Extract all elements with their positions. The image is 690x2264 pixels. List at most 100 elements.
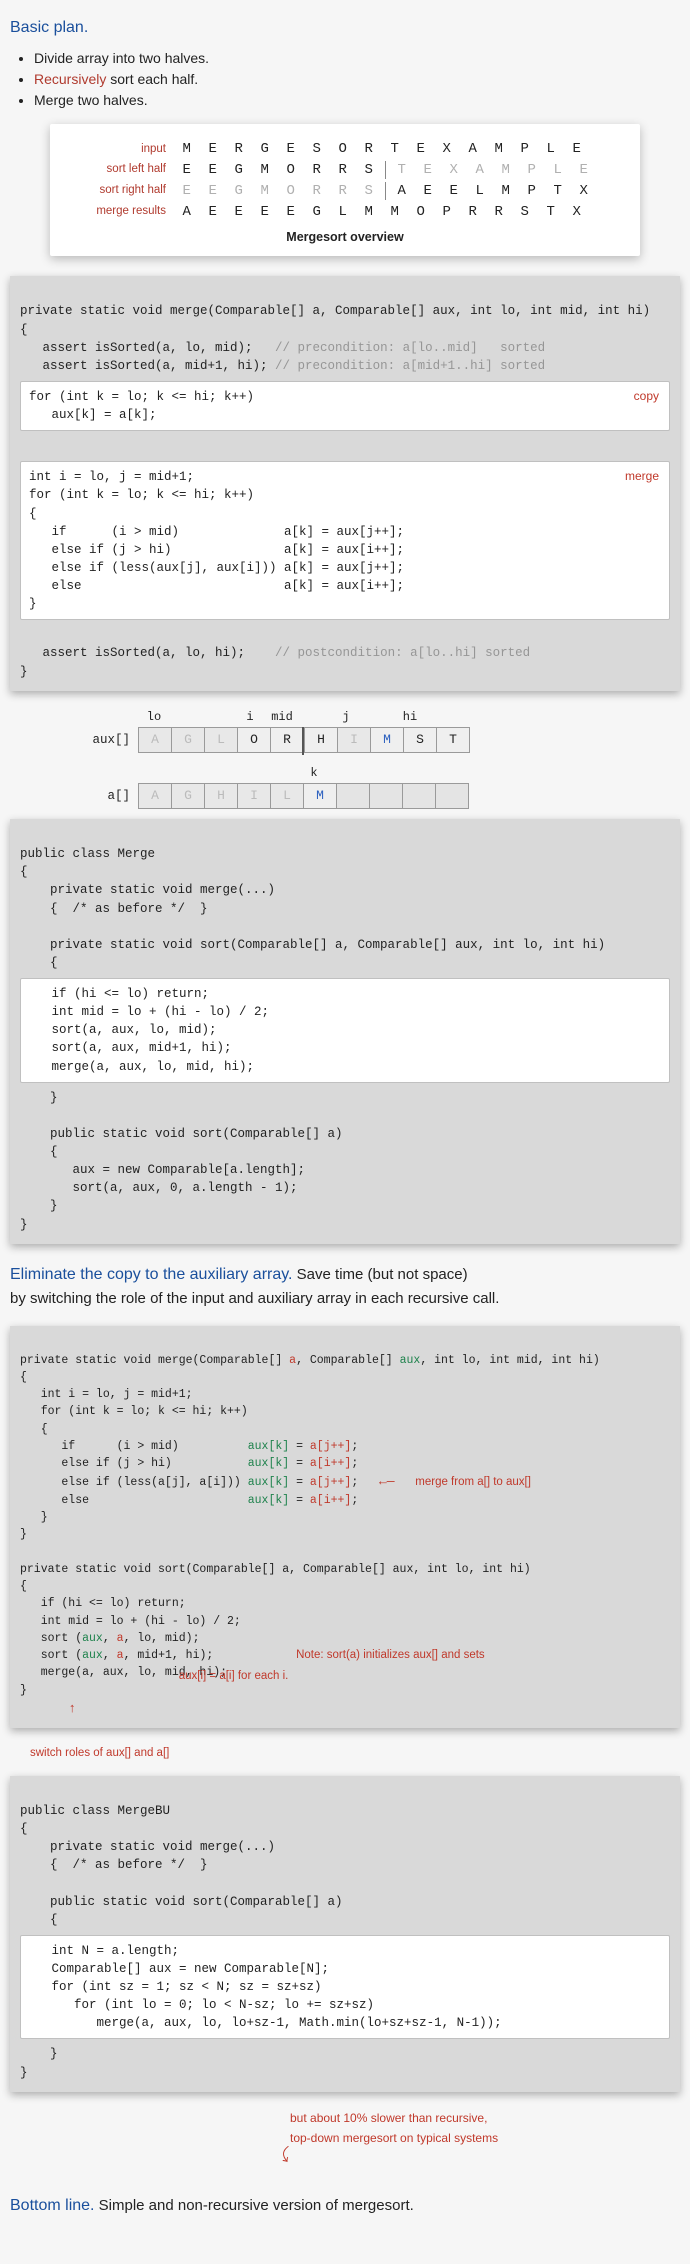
diagram-column-label: j	[330, 709, 362, 725]
arrow-up-icon: ↑	[68, 1701, 76, 1716]
diagram-a-cell	[402, 783, 436, 809]
overview-cell: T	[538, 203, 564, 222]
merge-label: merge	[625, 468, 659, 485]
overview-cell: R	[226, 140, 252, 159]
switch-roles-annotation: switch roles of aux[] and a[]	[30, 1746, 680, 1762]
overview-cell: E	[441, 182, 467, 201]
overview-row-label: merge results	[66, 204, 174, 220]
overview-cell: E	[278, 203, 304, 222]
overview-cell: O	[278, 161, 304, 180]
bottom-line-paragraph: Bottom line. Simple and non-recursive ve…	[10, 2195, 680, 2217]
overview-cell: L	[538, 140, 564, 159]
overview-cell: M	[356, 203, 382, 222]
overview-cell: A	[389, 182, 415, 201]
overview-cell: M	[493, 161, 519, 180]
diagram-a-cell	[369, 783, 403, 809]
code-merge: private static void merge(Comparable[] a…	[10, 276, 680, 690]
overview-cell: E	[200, 203, 226, 222]
diagram-a-cell	[435, 783, 469, 809]
overview-cell: T	[389, 161, 415, 180]
diagram-aux-cell: I	[337, 727, 371, 753]
diagram-column-label: hi	[394, 709, 426, 725]
aux-label: aux[]	[10, 732, 138, 749]
overview-cell: G	[304, 203, 330, 222]
diagram-a-cell: H	[204, 783, 238, 809]
overview-cell: P	[512, 140, 538, 159]
plan-item: Divide array into two halves.	[34, 49, 680, 68]
overview-cell: O	[330, 140, 356, 159]
arrow-curved-icon: ⤵	[276, 2144, 298, 2168]
merge-box: mergeint i = lo, j = mid+1; for (int k =…	[20, 461, 670, 620]
mergesort-overview-card: inputMERGESORTEXAMPLEsort left halfEEGMO…	[50, 124, 640, 256]
overview-cell: E	[564, 140, 590, 159]
overview-cell: R	[304, 182, 330, 201]
overview-cell: S	[304, 140, 330, 159]
note-annotation-2: aux[i] = a[i] for each i.	[179, 1670, 289, 1682]
code-switched-roles: private static void merge(Comparable[] a…	[10, 1326, 680, 1728]
overview-cell: E	[174, 161, 200, 180]
overview-cell: R	[330, 182, 356, 201]
overview-cell: E	[408, 140, 434, 159]
overview-cell: E	[571, 161, 597, 180]
overview-cell: E	[174, 182, 200, 201]
overview-row-label: sort left half	[66, 162, 174, 178]
overview-row-label: sort right half	[66, 183, 174, 199]
diagram-aux-cell: H	[304, 727, 338, 753]
diagram-a-cell	[336, 783, 370, 809]
overview-cell: A	[460, 140, 486, 159]
overview-cell: E	[252, 203, 278, 222]
diagram-aux-cell: L	[204, 727, 238, 753]
overview-cell: L	[330, 203, 356, 222]
overview-cell: S	[356, 161, 382, 180]
diagram-aux-cell: R	[270, 727, 304, 753]
note-annotation-1: Note: sort(a) initializes aux[] and sets	[296, 1649, 485, 1661]
overview-row-label: input	[66, 142, 174, 158]
overview-cell: X	[441, 161, 467, 180]
overview-cell: P	[519, 182, 545, 201]
overview-cell: O	[278, 182, 304, 201]
overview-cell: M	[486, 140, 512, 159]
merge-direction-annotation: merge from a[] to aux[]	[415, 1476, 531, 1488]
bu-sort-body-box: int N = a.length; Comparable[] aux = new…	[20, 1935, 670, 2040]
overview-cell: L	[467, 182, 493, 201]
copy-label: copy	[634, 388, 659, 405]
overview-cell: E	[200, 161, 226, 180]
diagram-a-cell: I	[237, 783, 271, 809]
code-merge-class: public class Merge { private static void…	[10, 819, 680, 1244]
overview-cell: E	[278, 140, 304, 159]
overview-cell: G	[252, 140, 278, 159]
diagram-column-label: mid	[266, 709, 298, 725]
diagram-column-label	[298, 709, 330, 725]
overview-caption: Mergesort overview	[66, 229, 624, 246]
sort-body-box: if (hi <= lo) return; int mid = lo + (hi…	[20, 978, 670, 1083]
overview-cell: E	[415, 182, 441, 201]
diagram-a-cell: G	[171, 783, 205, 809]
diagram-aux-cell: T	[436, 727, 470, 753]
arrow-icon: ←—	[379, 1474, 395, 1489]
eliminate-copy-paragraph: Eliminate the copy to the auxiliary arra…	[10, 1262, 680, 1312]
diagram-aux-cell: S	[403, 727, 437, 753]
overview-cell: O	[408, 203, 434, 222]
overview-cell: R	[460, 203, 486, 222]
overview-cell: T	[382, 140, 408, 159]
overview-cell: A	[467, 161, 493, 180]
overview-cell: A	[174, 203, 200, 222]
overview-cell: M	[493, 182, 519, 201]
diagram-a-cell: L	[270, 783, 304, 809]
overview-cell: T	[545, 182, 571, 201]
slower-note-1: but about 10% slower than recursive,	[290, 2110, 680, 2126]
diagram-aux-cell: A	[138, 727, 172, 753]
overview-cell: G	[226, 182, 252, 201]
basic-plan-heading: Basic plan.	[10, 16, 680, 39]
copy-box: copyfor (int k = lo; k <= hi; k++) aux[k…	[20, 381, 670, 431]
diagram-column-label	[170, 709, 202, 725]
aux-a-diagram: loimidjhi aux[] AGLORHIMST k a[] AGHILM	[10, 709, 680, 809]
a-label: a[]	[10, 788, 138, 805]
overview-cell: P	[519, 161, 545, 180]
diagram-aux-cell: M	[370, 727, 404, 753]
diagram-column-label: lo	[138, 709, 170, 725]
overview-cell: X	[434, 140, 460, 159]
diagram-a-cell: A	[138, 783, 172, 809]
diagram-a-cell: M	[303, 783, 337, 809]
plan-list: Divide array into two halves. Recursivel…	[34, 49, 680, 110]
